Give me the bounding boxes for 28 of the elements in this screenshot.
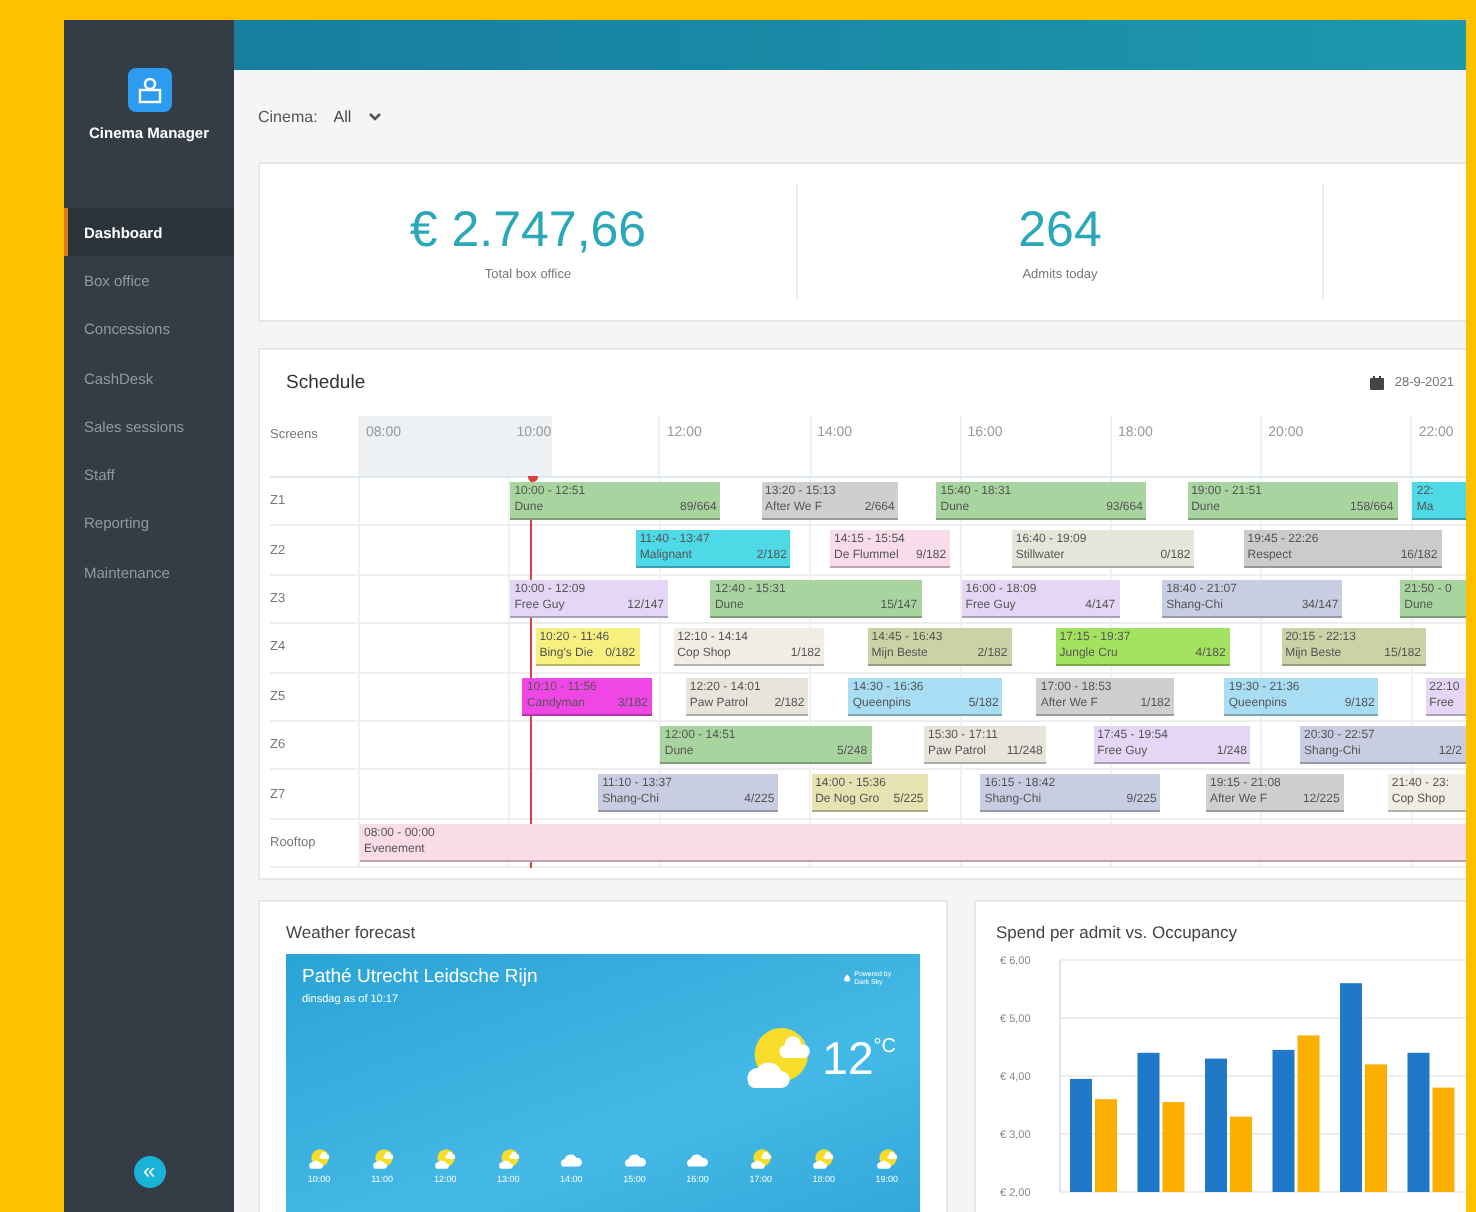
sun-cloud-icon (432, 1146, 459, 1173)
cinema-select[interactable]: All (333, 108, 382, 126)
bar (1407, 1053, 1430, 1193)
drop-icon (844, 972, 851, 985)
sun-cloud-icon (747, 1146, 774, 1173)
bar (1365, 1064, 1387, 1193)
sun-cloud-icon (369, 1146, 396, 1173)
sun-cloud-icon (810, 1146, 837, 1173)
bar (1095, 1099, 1117, 1193)
chevron-down-icon (367, 112, 382, 122)
chart-title: Spend per admit vs. Occupancy (996, 922, 1239, 943)
sun-cloud-icon (306, 1146, 332, 1173)
bar (1070, 1079, 1092, 1193)
schedule-title: Schedule (286, 372, 366, 394)
calendar-icon (1370, 376, 1385, 390)
app-logo-icon (127, 68, 171, 112)
bar (1272, 1050, 1295, 1193)
weather-title: Weather forecast (286, 922, 418, 943)
bar (1230, 1116, 1252, 1193)
kpi-value: 264 (1018, 202, 1102, 260)
weather-location: Pathé Utrecht Leidsche Rijn (302, 966, 538, 989)
temperature: 12$^{°C}$ (822, 1031, 896, 1086)
sun-cloud-icon (495, 1146, 522, 1173)
bar (1205, 1058, 1227, 1193)
kpi-value: € 2.747,66 (409, 202, 647, 260)
sun-cloud-icon (873, 1146, 900, 1173)
bar (1432, 1087, 1455, 1193)
filter-label: Cinema: (258, 108, 318, 126)
